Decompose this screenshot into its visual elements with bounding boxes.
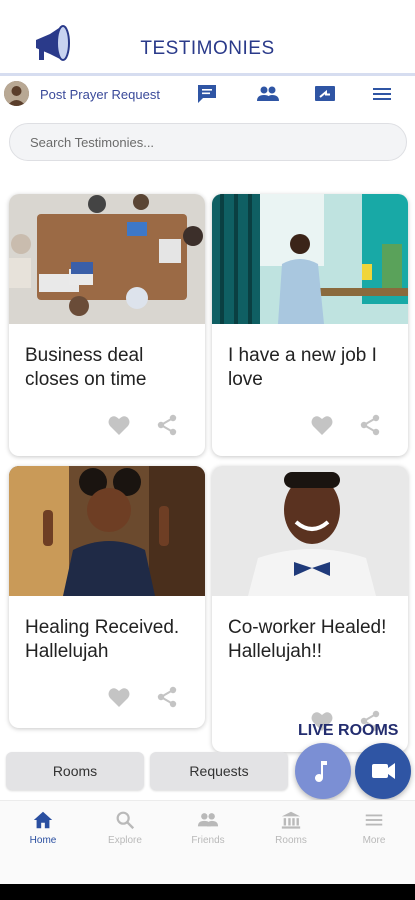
avatar[interactable]	[4, 81, 29, 106]
smiling-man-bowtie-photo	[212, 466, 408, 596]
testimony-card[interactable]: Business deal closes on time	[9, 194, 205, 456]
video-fab-button[interactable]	[355, 743, 411, 799]
heart-icon[interactable]	[107, 686, 131, 708]
action-toolbar: Post Prayer Request	[0, 79, 415, 109]
nav-label: More	[362, 835, 386, 846]
testimony-text: Co-worker Healed! Hallelujah!!	[228, 617, 387, 662]
page-title: TESTIMONIES	[140, 38, 275, 59]
building-icon	[281, 811, 301, 829]
businessman-desk-photo	[212, 194, 408, 324]
requests-button[interactable]: Requests	[150, 752, 288, 790]
testimony-card[interactable]: Co-worker Healed! Hallelujah!!	[212, 466, 408, 752]
nav-label: Explore	[108, 835, 142, 846]
nav-rooms[interactable]: Rooms	[256, 809, 326, 846]
share-icon[interactable]	[358, 413, 382, 437]
menu-icon[interactable]	[370, 82, 394, 106]
nav-friends[interactable]: Friends	[173, 809, 243, 846]
search-input[interactable]	[10, 124, 406, 160]
friends-icon	[197, 813, 219, 827]
nav-home[interactable]: Home	[8, 809, 78, 846]
live-rooms-label[interactable]: LIVE ROOMS	[298, 722, 398, 740]
share-icon[interactable]	[155, 685, 179, 709]
chat-icon[interactable]	[195, 82, 219, 106]
heart-icon[interactable]	[310, 414, 334, 436]
home-icon	[33, 811, 53, 829]
app-header: TESTIMONIES	[0, 0, 415, 76]
search-icon	[116, 811, 135, 830]
heart-icon[interactable]	[107, 414, 131, 436]
testimony-card[interactable]: I have a new job I love	[212, 194, 408, 456]
system-nav-bar	[0, 884, 415, 900]
rooms-button[interactable]: Rooms	[6, 752, 144, 790]
music-fab-button[interactable]	[295, 743, 351, 799]
testimony-text: I have a new job I love	[228, 345, 377, 390]
smiling-woman-photo	[9, 466, 205, 596]
nav-label: Friends	[191, 835, 225, 846]
office-meeting-photo	[9, 194, 205, 324]
open-window-icon[interactable]	[313, 82, 337, 106]
search-bar	[9, 123, 407, 161]
people-icon[interactable]	[256, 82, 280, 106]
post-prayer-request-link[interactable]: Post Prayer Request	[40, 87, 160, 102]
nav-label: Rooms	[275, 835, 307, 846]
nav-more[interactable]: More	[339, 809, 409, 846]
music-note-icon	[315, 761, 327, 782]
testimony-text: Healing Received. Hallelujah	[25, 617, 180, 662]
nav-label: Home	[29, 835, 57, 846]
nav-explore[interactable]: Explore	[90, 809, 160, 846]
menu-icon	[365, 814, 383, 826]
video-camera-icon	[372, 763, 395, 779]
testimony-card[interactable]: Healing Received. Hallelujah	[9, 466, 205, 728]
testimony-text: Business deal closes on time	[25, 345, 147, 390]
share-icon[interactable]	[155, 413, 179, 437]
bottom-navigation: Home Explore Friends Rooms More	[0, 800, 415, 886]
